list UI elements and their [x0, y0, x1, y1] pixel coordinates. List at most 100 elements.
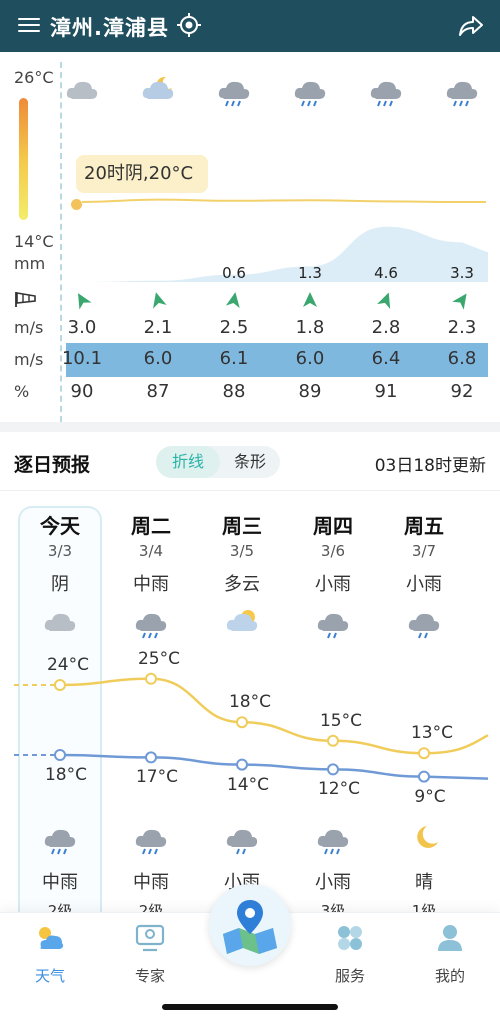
- low-temp-label: 9°C: [414, 786, 446, 807]
- rain-value: 0.6: [222, 264, 246, 282]
- high-temp-label: 25°C: [137, 648, 180, 669]
- low-temp-label: 18°C: [44, 765, 87, 785]
- low-temp-point: [145, 751, 157, 764]
- light-rain-icon: [226, 829, 258, 855]
- divider: [0, 490, 500, 491]
- hour-tooltip: 20时阴,20°C: [76, 155, 208, 193]
- humidity-value: 90: [70, 381, 94, 402]
- gust-speed-value: 6.8: [447, 348, 477, 369]
- moon-icon: [417, 826, 438, 848]
- low-temp-label: 12°C: [317, 779, 360, 800]
- humidity-value: 88: [222, 381, 246, 402]
- day-date: 3/6: [320, 542, 346, 560]
- tab-profile[interactable]: 我的: [410, 921, 490, 986]
- night-weather: 晴: [415, 872, 433, 893]
- day-name: 今天: [40, 514, 80, 538]
- high-temp-point: [54, 679, 66, 691]
- high-temp-label: 18°C: [228, 692, 271, 713]
- wind-speed-value: 1.8: [295, 317, 325, 338]
- tab-service[interactable]: 服务: [310, 921, 390, 986]
- day-weather: 中雨: [133, 574, 169, 595]
- partly-cloudy-icon: [226, 610, 258, 631]
- service-icon: [338, 926, 362, 950]
- home-indicator: [162, 1004, 338, 1010]
- wind-direction-arrow: [225, 292, 240, 309]
- day-weather: 小雨: [406, 574, 442, 595]
- day-column[interactable]: 周四 3/6 小雨: [288, 510, 378, 600]
- toggle-bar-button[interactable]: 条形: [220, 446, 280, 478]
- gust-speed-value: 6.0: [143, 348, 173, 369]
- current-temp-dot: [71, 199, 82, 210]
- low-temp-label: 17°C: [135, 767, 178, 788]
- gust-speed-value: 6.4: [371, 348, 401, 369]
- day-column[interactable]: 周二 3/4 中雨: [106, 510, 196, 600]
- rain-icon: [317, 829, 349, 855]
- wind-direction-arrow: [78, 293, 92, 310]
- tab-expert[interactable]: 专家: [110, 921, 190, 986]
- wind-direction-arrow: [377, 292, 391, 309]
- day-name: 周三: [222, 514, 262, 538]
- gust-speed-value: 6.1: [219, 348, 249, 369]
- humidity-value: 92: [450, 381, 474, 402]
- high-temp-point: [145, 672, 157, 685]
- day-date: 3/4: [138, 542, 164, 560]
- rain-icon: [44, 829, 76, 855]
- day-column[interactable]: 周五 3/7 小雨: [379, 510, 469, 600]
- tab-weather[interactable]: 天气: [10, 921, 90, 986]
- tab-label: 服务: [334, 967, 365, 985]
- day-name: 周四: [313, 514, 353, 538]
- humidity-value: 87: [146, 381, 170, 402]
- rain-value: 4.6: [374, 264, 398, 282]
- expert-icon: [135, 924, 165, 952]
- rain-value: 3.3: [450, 264, 474, 282]
- night-weather: 中雨: [133, 872, 169, 893]
- tab-label: 天气: [34, 967, 65, 985]
- wind-speed-value: 2.8: [371, 317, 401, 338]
- profile-icon: [438, 925, 462, 951]
- rain-value: 1.3: [298, 264, 322, 282]
- day-weather: 小雨: [315, 574, 351, 595]
- day-date: 3/5: [229, 542, 255, 560]
- high-temp-point: [236, 716, 248, 729]
- temperature-line: [81, 198, 486, 203]
- high-temp-label: 15°C: [319, 710, 362, 731]
- section-divider: [0, 422, 500, 432]
- wind-speed-value: 2.3: [447, 317, 477, 338]
- wind-direction-arrow: [153, 292, 167, 309]
- weather-icon: [39, 927, 64, 949]
- tab-label: 专家: [134, 967, 165, 985]
- high-temp-point: [327, 734, 339, 747]
- tab-label: 我的: [434, 967, 465, 985]
- day-date: 3/7: [411, 542, 437, 560]
- rain-icon: [135, 613, 167, 639]
- day-column[interactable]: 周三 3/5 多云: [197, 510, 287, 600]
- low-temp-label: 14°C: [226, 774, 269, 795]
- rain-icon: [135, 829, 167, 855]
- day-column[interactable]: 今天 3/3 阴: [15, 510, 105, 600]
- day-name: 周五: [404, 514, 444, 538]
- wind-direction-arrow: [303, 292, 317, 307]
- map-button[interactable]: [209, 884, 291, 966]
- day-weather: 阴: [51, 574, 69, 595]
- chart-toggle: 折线 条形: [156, 446, 280, 478]
- low-temp-point: [327, 763, 339, 776]
- high-temp-label: 13°C: [410, 723, 453, 744]
- wind-direction-arrow: [452, 293, 467, 310]
- low-temp-point: [54, 749, 66, 761]
- light-rain-icon: [408, 613, 440, 639]
- updated-time: 03日18时更新: [374, 456, 486, 476]
- humidity-value: 89: [298, 381, 322, 402]
- low-temp-point: [236, 758, 248, 771]
- light-rain-icon: [317, 613, 349, 639]
- gust-band: [66, 343, 488, 377]
- humidity-value: 91: [374, 381, 398, 402]
- high-temp-point: [418, 747, 430, 760]
- gust-speed-value: 10.1: [61, 348, 103, 369]
- high-temp-label: 24°C: [46, 655, 89, 675]
- map-pin-icon: [223, 900, 277, 954]
- toggle-line-button[interactable]: 折线: [156, 446, 220, 478]
- day-date: 3/3: [47, 542, 73, 560]
- night-weather: 小雨: [315, 872, 351, 893]
- low-temp-point: [418, 770, 430, 783]
- wind-speed-value: 3.0: [67, 317, 97, 338]
